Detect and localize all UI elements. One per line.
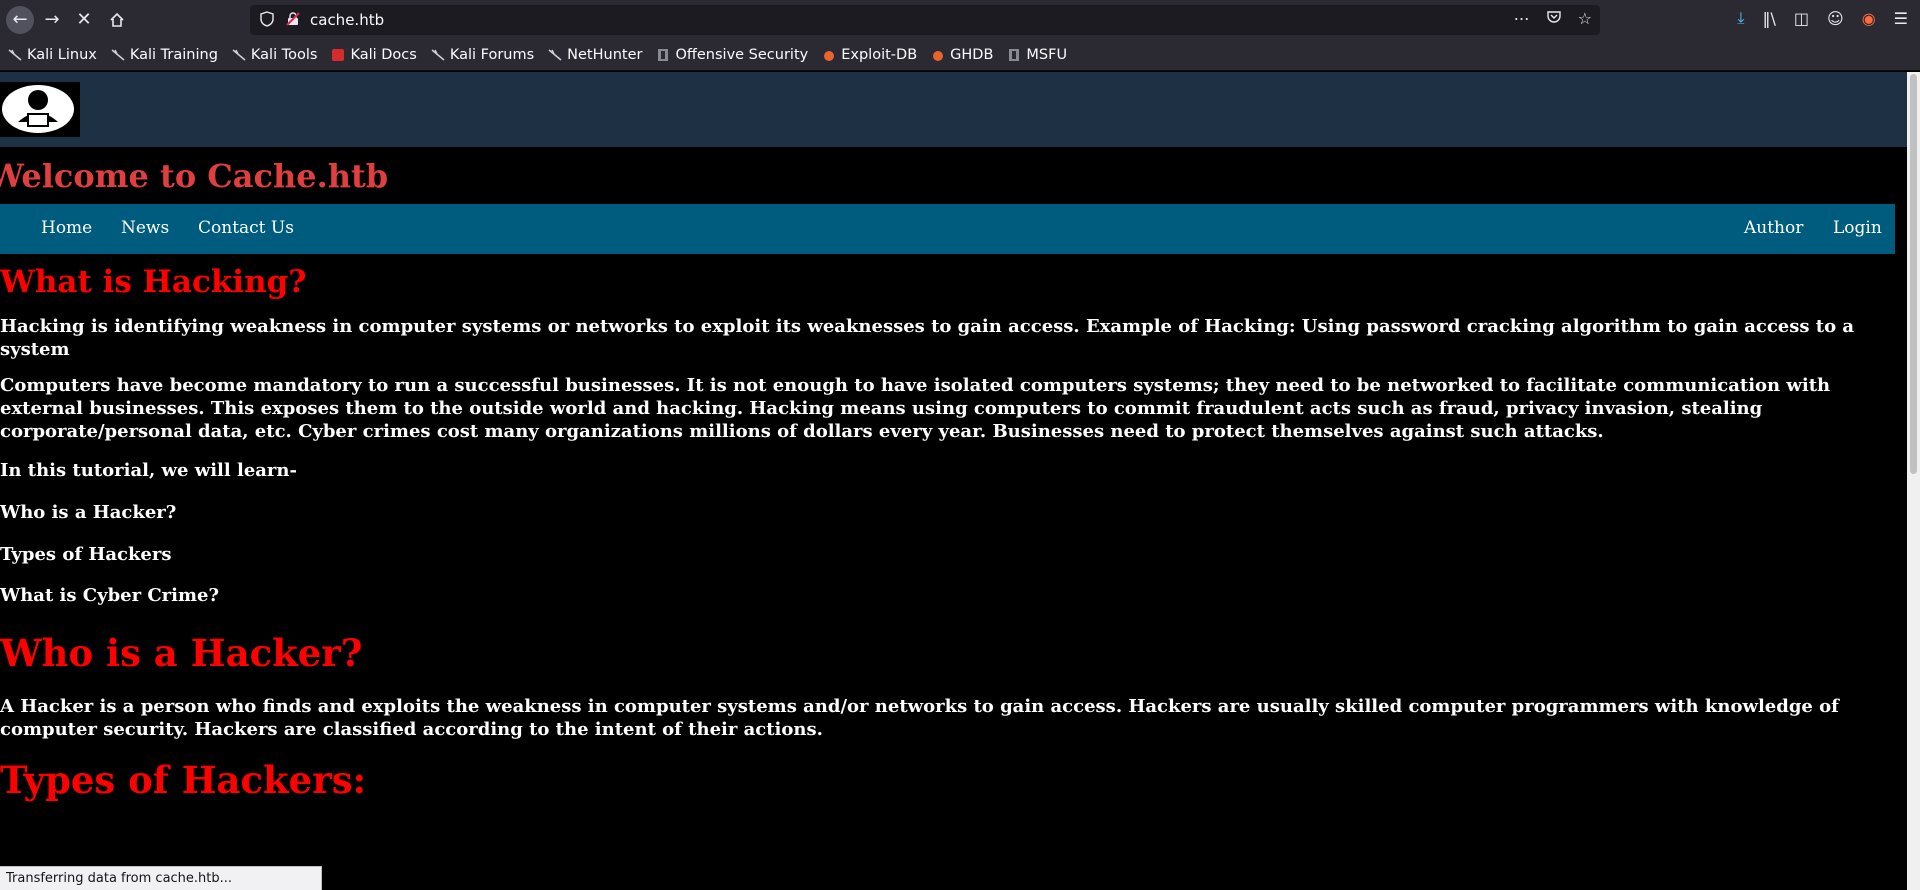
paragraph: Who is a Hacker?: [0, 502, 177, 523]
paragraph: Hacking is identifying weakness in compu…: [0, 316, 1855, 360]
nav-home[interactable]: Home: [41, 218, 92, 238]
bookmark-msfu[interactable]: MSFU: [1007, 47, 1067, 63]
paragraph: Computers have become mandatory to run a…: [0, 375, 1831, 442]
bookmark-star-icon[interactable]: ☆: [1578, 9, 1592, 28]
page-viewport: Welcome to Cache.htb Home News Contact U…: [0, 72, 1907, 890]
page-actions-icon[interactable]: ⋯: [1514, 9, 1530, 28]
bookmark-nethunter[interactable]: NetHunter: [548, 47, 642, 63]
bookmark-kali-linux[interactable]: Kali Linux: [8, 47, 97, 63]
sidebar-icon[interactable]: ◫: [1794, 9, 1809, 28]
nav-news[interactable]: News: [121, 218, 169, 238]
paragraph: Types of Hackers: [0, 544, 172, 565]
insecure-connection-icon[interactable]: [286, 12, 300, 26]
menu-icon[interactable]: ☰: [1894, 9, 1908, 28]
bookmark-label: Kali Forums: [449, 47, 535, 63]
site-logo[interactable]: [0, 82, 80, 137]
bookmark-exploit-db[interactable]: Exploit-DB: [822, 47, 917, 63]
bookmarks-bar: Kali Linux Kali Training Kali Tools Kali…: [0, 40, 1920, 71]
site-title: Welcome to Cache.htb: [0, 157, 389, 195]
kali-dragon-icon: [111, 48, 125, 62]
kali-dragon-icon: [548, 48, 562, 62]
kali-dragon-icon: [8, 48, 22, 62]
bookmark-label: GHDB: [950, 47, 994, 63]
nav-login[interactable]: Login: [1833, 218, 1882, 238]
back-arrow-icon[interactable]: ←: [6, 6, 34, 34]
download-icon[interactable]: ⤓: [1737, 8, 1744, 28]
bookmark-kali-training[interactable]: Kali Training: [111, 47, 218, 63]
home-icon[interactable]: [103, 6, 131, 34]
kali-dragon-icon: [232, 48, 246, 62]
toolbar-right-icons: ⤓ ‖\ ◫ ☺ ◉ ☰: [1737, 8, 1908, 28]
pocket-icon[interactable]: [1546, 9, 1562, 25]
library-icon[interactable]: ‖\: [1762, 9, 1775, 28]
paragraph: In this tutorial, we will learn-: [0, 460, 297, 481]
bookmark-label: Kali Docs: [350, 47, 417, 63]
scrollbar-thumb[interactable]: [1910, 74, 1917, 474]
bookmark-label: Kali Tools: [250, 47, 318, 63]
paragraph: A Hacker is a person who finds and explo…: [0, 696, 1839, 740]
hacker-logo-icon: [2, 85, 74, 133]
exploit-db-icon: [822, 48, 836, 62]
site-navbar: Home News Contact Us Author Login: [0, 204, 1895, 254]
url-actions: ⋯ ☆: [1514, 9, 1592, 28]
extension-icon[interactable]: ◉: [1862, 9, 1876, 28]
url-text[interactable]: cache.htb: [310, 11, 384, 29]
page-scrollbar[interactable]: [1907, 72, 1920, 890]
account-icon[interactable]: ☺: [1827, 9, 1844, 28]
kali-docs-icon: [331, 48, 345, 62]
bookmark-label: NetHunter: [567, 47, 643, 63]
heading-types-of-hackers: Types of Hackers:: [0, 758, 367, 802]
bookmark-kali-tools[interactable]: Kali Tools: [232, 47, 318, 63]
bookmark-label: Offensive Security: [675, 47, 809, 63]
bookmark-kali-docs[interactable]: Kali Docs: [331, 47, 417, 63]
bookmark-label: Kali Training: [129, 47, 218, 63]
msfu-icon: [1007, 48, 1021, 62]
heading-who-is-a-hacker: Who is a Hacker?: [0, 631, 363, 675]
tracking-protection-icon[interactable]: [260, 11, 274, 27]
heading-what-is-hacking: What is Hacking?: [0, 264, 307, 300]
forward-arrow-icon[interactable]: →: [38, 6, 66, 34]
bookmark-label: Exploit-DB: [841, 47, 918, 63]
bookmark-ghdb[interactable]: GHDB: [931, 47, 993, 63]
bookmark-label: MSFU: [1026, 47, 1068, 63]
nav-author[interactable]: Author: [1744, 218, 1803, 238]
site-header: [0, 72, 1907, 147]
ghdb-icon: [931, 48, 945, 62]
offsec-icon: [656, 48, 670, 62]
browser-toolbar: ← → ✕ cache.htb ⋯ ☆ ⤓ ‖\ ◫ ☺ ◉ ☰: [0, 0, 1920, 40]
stop-loading-icon[interactable]: ✕: [70, 6, 98, 34]
url-bar[interactable]: cache.htb ⋯ ☆: [250, 5, 1600, 35]
bookmark-kali-forums[interactable]: Kali Forums: [431, 47, 534, 63]
bookmark-offensive-security[interactable]: Offensive Security: [656, 47, 808, 63]
paragraph: What is Cyber Crime?: [0, 585, 220, 606]
kali-dragon-icon: [431, 48, 445, 62]
nav-contact-us[interactable]: Contact Us: [198, 218, 294, 238]
status-bar: Transferring data from cache.htb...: [0, 866, 322, 890]
bookmark-label: Kali Linux: [27, 47, 97, 63]
